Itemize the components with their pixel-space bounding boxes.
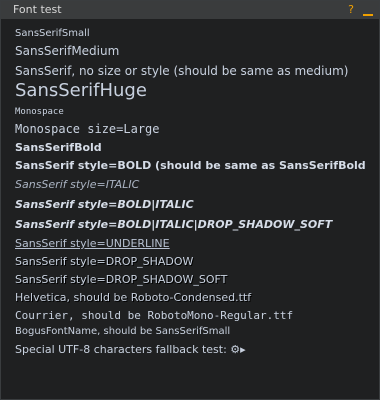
monospace-line: Monospace	[15, 107, 64, 117]
sans-serif-bold-italic-shadow-line: SansSerif style=BOLD|ITALIC|DROP_SHADOW_…	[15, 218, 333, 231]
window-titlebar[interactable]: Font test ?	[1, 1, 379, 19]
minimize-icon[interactable]	[363, 14, 373, 16]
sans-serif-small-line: SansSerifSmall	[15, 28, 90, 39]
sans-serif-bold-line: SansSerifBold	[15, 141, 102, 154]
sans-serif-italic-line: SansSerif style=ITALIC	[15, 178, 140, 191]
sans-serif-huge-line: SansSerifHuge	[15, 80, 147, 101]
sans-serif-default-line: SansSerif, no size or style (should be s…	[15, 64, 349, 78]
monospace-large-line: Monospace size=Large	[15, 122, 160, 136]
sans-serif-style-bold-line: SansSerif style=BOLD (should be same as …	[15, 159, 365, 172]
bogus-font-line: BogusFontName, should be SansSerifSmall	[15, 326, 231, 337]
sans-serif-underline-line: SansSerif style=UNDERLINE	[15, 237, 170, 250]
font-test-content: SansSerifSmall SansSerifMedium SansSerif…	[1, 19, 379, 399]
window-title: Font test	[13, 3, 62, 16]
font-test-window: Font test ? SansSerifSmall SansSerifMedi…	[0, 0, 380, 400]
courrier-line: Courrier, should be RobotoMono-Regular.t…	[15, 309, 294, 322]
help-icon[interactable]: ?	[345, 3, 357, 17]
utf8-fallback-line: Special UTF-8 characters fallback test: …	[15, 343, 246, 356]
sans-serif-medium-line: SansSerifMedium	[15, 44, 120, 58]
helvetica-line: Helvetica, should be Roboto-Condensed.tt…	[15, 291, 252, 304]
sans-serif-drop-shadow-soft-line: SansSerif style=DROP_SHADOW_SOFT	[15, 273, 228, 286]
window-controls: ?	[345, 1, 379, 19]
sans-serif-drop-shadow-line: SansSerif style=DROP_SHADOW	[15, 255, 194, 268]
sans-serif-bold-italic-line: SansSerif style=BOLD|ITALIC	[15, 198, 194, 211]
